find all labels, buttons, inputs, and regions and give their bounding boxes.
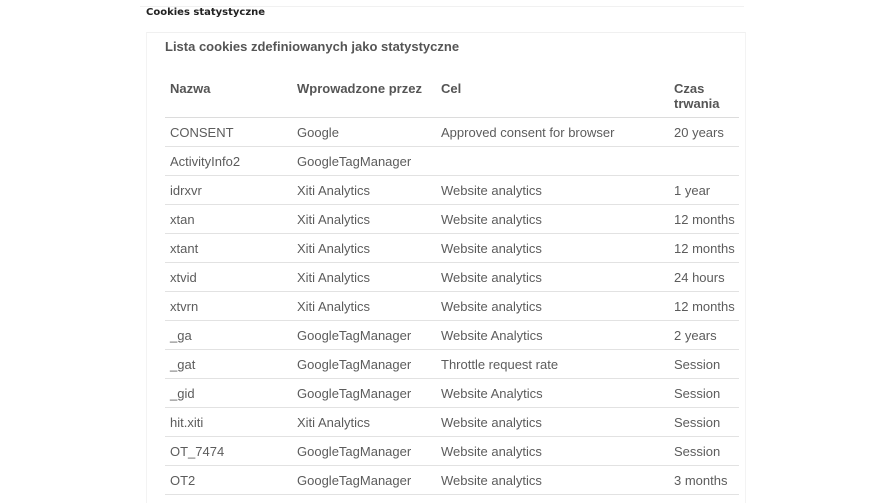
table-row: hit.xiti Xiti Analytics Website analytics S… (165, 407, 739, 437)
table-row: idrxvr Xiti Analytics Website analytics 1 y… (165, 175, 739, 205)
cell-duration: 20 years (669, 117, 739, 147)
cell-name: xtvid (165, 262, 292, 292)
cell-purpose: Website analytics (436, 204, 669, 234)
cell-introduced-by: GoogleTagManager (292, 349, 436, 379)
cell-duration: 1 year (669, 175, 739, 205)
header-introduced-by: Wprowadzone przez (292, 71, 436, 118)
cell-name: hit.xiti (165, 407, 292, 437)
cell-purpose: Website analytics (436, 233, 669, 263)
table-header-row: Nazwa Wprowadzone przez Cel Czas trwania (165, 71, 739, 118)
table-row: _ga GoogleTagManager Website Analytics 2 ye… (165, 320, 739, 350)
cell-name: xtan (165, 204, 292, 234)
cell-purpose: Website Analytics (436, 378, 669, 408)
cell-purpose: Website analytics (436, 465, 669, 495)
panel-title: Lista cookies zdefiniowanych jako statys… (165, 39, 460, 54)
cell-purpose: Website analytics (436, 436, 669, 466)
table-row: xtvrn Xiti Analytics Website analytics 12 m… (165, 291, 739, 321)
table-row: xtant Xiti Analytics Website analytics 12 m… (165, 233, 739, 263)
section-title: Cookies statystyczne (146, 7, 266, 18)
table-body: CONSENT Google Approved consent for browse… (165, 117, 739, 495)
cell-name: xtvrn (165, 291, 292, 321)
cell-name: OT2 (165, 465, 292, 495)
cell-purpose: Website analytics (436, 291, 669, 321)
cookie-list-panel: Lista cookies zdefiniowanych jako statys… (146, 32, 746, 503)
header-name: Nazwa (165, 71, 292, 118)
cell-duration: 3 months (669, 465, 739, 495)
table-row: CONSENT Google Approved consent for browse… (165, 117, 739, 147)
cell-introduced-by: GoogleTagManager (292, 378, 436, 408)
cell-name: xtant (165, 233, 292, 263)
table-row: xtan Xiti Analytics Website analytics 12 mo… (165, 204, 739, 234)
cell-name: OT_7474 (165, 436, 292, 466)
cell-duration: 24 hours (669, 262, 739, 292)
cell-name: _gat (165, 349, 292, 379)
cell-introduced-by: Xiti Analytics (292, 233, 436, 263)
table-row: _gid GoogleTagManager Website Analytics Ses… (165, 378, 739, 408)
cell-purpose: Throttle request rate (436, 349, 669, 379)
cell-duration: Session (669, 378, 739, 408)
cookies-table: Nazwa Wprowadzone przez Cel Czas trwania … (165, 71, 739, 495)
cell-duration: Session (669, 436, 739, 466)
cell-purpose: Website analytics (436, 175, 669, 205)
cell-duration: 12 months (669, 233, 739, 263)
cell-introduced-by: GoogleTagManager (292, 465, 436, 495)
header-duration: Czas trwania (669, 71, 739, 118)
cell-duration: Session (669, 407, 739, 437)
cell-introduced-by: Xiti Analytics (292, 291, 436, 321)
cell-duration: 12 months (669, 204, 739, 234)
cell-name: idrxvr (165, 175, 292, 205)
cell-name: _gid (165, 378, 292, 408)
cell-name: ActivityInfo2 (165, 146, 292, 176)
cell-introduced-by: Google (292, 117, 436, 147)
table-row: _gat GoogleTagManager Throttle request rat… (165, 349, 739, 379)
cell-purpose: Website analytics (436, 407, 669, 437)
header-duration-line1: Czas (674, 81, 705, 96)
cell-duration: Session (669, 349, 739, 379)
cell-introduced-by: GoogleTagManager (292, 320, 436, 350)
cell-duration (669, 146, 739, 176)
cell-introduced-by: GoogleTagManager (292, 146, 436, 176)
cell-name: CONSENT (165, 117, 292, 147)
cell-introduced-by: Xiti Analytics (292, 175, 436, 205)
header-purpose: Cel (436, 71, 669, 118)
header-duration-line2: trwania (674, 96, 720, 111)
cell-duration: 12 months (669, 291, 739, 321)
cell-introduced-by: Xiti Analytics (292, 407, 436, 437)
cell-purpose: Approved consent for browser (436, 117, 669, 147)
cell-introduced-by: Xiti Analytics (292, 204, 436, 234)
cell-purpose: Website analytics (436, 262, 669, 292)
cell-introduced-by: GoogleTagManager (292, 436, 436, 466)
table-row: OT2 GoogleTagManager Website analytics 3 mo… (165, 465, 739, 495)
table-row: OT_7474 GoogleTagManager Website analytics… (165, 436, 739, 466)
cell-name: _ga (165, 320, 292, 350)
table-row: xtvid Xiti Analytics Website analytics 24 h… (165, 262, 739, 292)
cell-purpose: Website Analytics (436, 320, 669, 350)
table-row: ActivityInfo2 GoogleTagManager (165, 146, 739, 176)
cell-introduced-by: Xiti Analytics (292, 262, 436, 292)
cell-purpose (436, 146, 669, 176)
cell-duration: 2 years (669, 320, 739, 350)
